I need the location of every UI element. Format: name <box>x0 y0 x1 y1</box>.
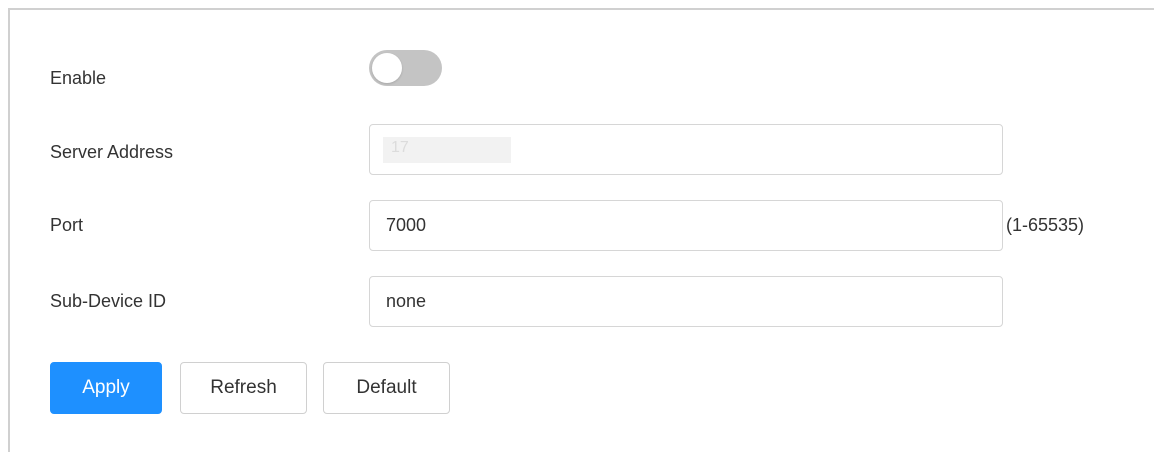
enable-label: Enable <box>50 68 107 88</box>
enable-toggle[interactable] <box>369 50 442 86</box>
server-address-value: 17 <box>383 137 511 163</box>
port-label: Port <box>50 215 84 235</box>
port-range-hint: (1-65535) <box>1006 215 1085 235</box>
sub-device-id-input[interactable] <box>369 276 1003 327</box>
server-address-value-text: 17 <box>391 139 409 156</box>
refresh-button[interactable]: Refresh <box>180 362 307 414</box>
default-button[interactable]: Default <box>323 362 450 414</box>
settings-panel: Enable Server Address 17 Port (1-65535) … <box>8 8 1154 452</box>
server-address-label: Server Address <box>50 142 174 162</box>
sub-device-id-label: Sub-Device ID <box>50 291 167 311</box>
toggle-knob <box>372 53 402 83</box>
apply-button[interactable]: Apply <box>50 362 162 414</box>
port-input[interactable] <box>369 200 1003 251</box>
